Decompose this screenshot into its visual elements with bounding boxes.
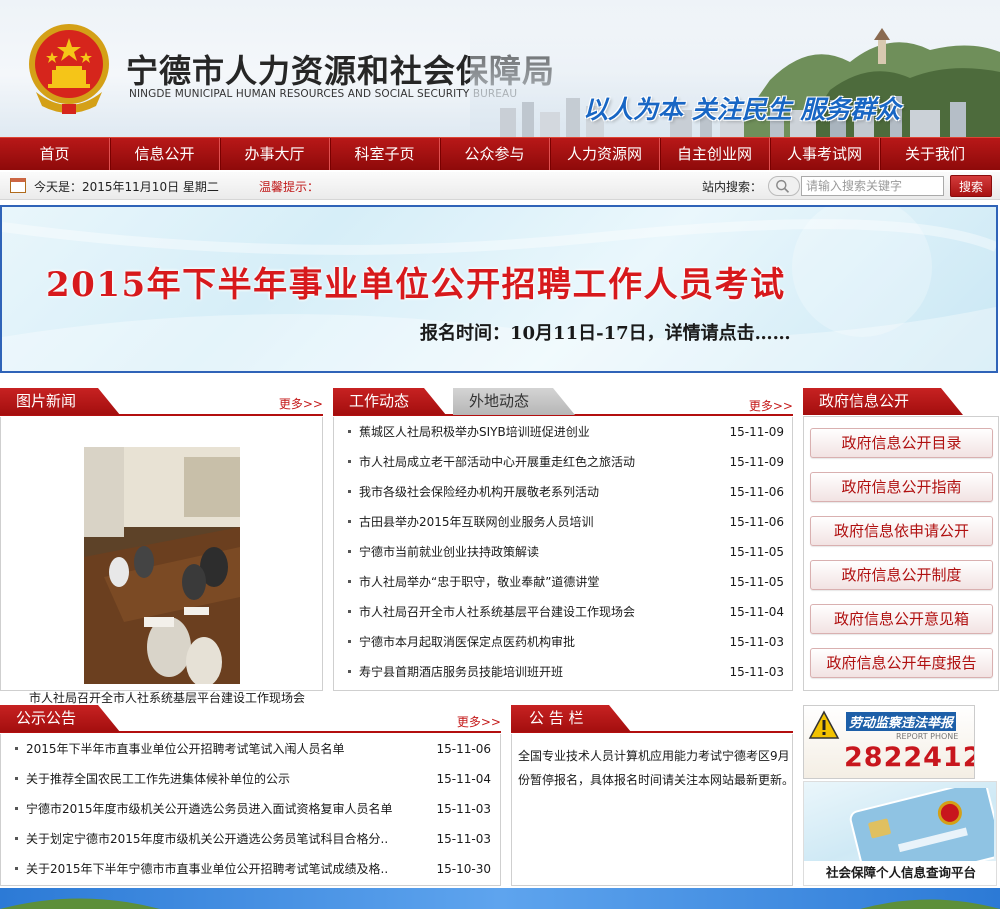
tip-label: 温馨提示：	[259, 180, 320, 194]
gov-info-panel: 政府信息公开目录 政府信息公开指南 政府信息依申请公开 政府信息公开制度 政府信…	[803, 416, 999, 691]
photo-news-header: 图片新闻 更多>>	[0, 388, 323, 416]
warning-icon	[808, 710, 840, 739]
report-en-label: REPORT PHONE	[896, 732, 959, 741]
tab-work-news[interactable]: 工作动态	[333, 388, 446, 415]
bullet-icon	[15, 777, 18, 780]
work-news-header: 工作动态 外地动态 更多>>	[333, 388, 793, 416]
list-item[interactable]: 蕉城区人社局积极举办SIYB培训班促进创业 15-11-09	[348, 417, 784, 447]
search-input[interactable]	[801, 176, 944, 196]
footer-strip	[0, 888, 1000, 909]
nav-item-personnel-exam[interactable]: 人事考试网	[770, 138, 880, 170]
list-item[interactable]: 我市各级社会保险经办机构开展敬老系列活动 15-11-06	[348, 477, 784, 507]
list-item[interactable]: 宁德市本月起取消医保定点医药机构审批 15-11-03	[348, 627, 784, 657]
gov-info-catalog-button[interactable]: 政府信息公开目录	[810, 428, 993, 458]
list-item[interactable]: 古田县举办2015年互联网创业服务人员培训 15-11-06	[348, 507, 784, 537]
list-item[interactable]: 2015年下半年市直事业单位公开招聘考试笔试入闱人员名单 15-11-06	[15, 734, 491, 764]
nav-item-home[interactable]: 首页	[0, 138, 110, 170]
info-bar: 今天是：2015年11月10日 星期二 温馨提示： 站内搜索： 搜索	[0, 172, 1000, 200]
photo-news-panel: 市人社局召开全市人社系统基层平台建设工作现场会	[0, 417, 323, 705]
exam-banner[interactable]: 2015年下半年事业单位公开招聘工作人员考试 报名时间：10月11日-17日，详…	[0, 205, 998, 373]
announcements-panel: 2015年下半年市直事业单位公开招聘考试笔试入闱人员名单 15-11-06 关于推…	[0, 734, 501, 886]
nav-item-info-disclosure[interactable]: 信息公开	[110, 138, 220, 170]
search-button[interactable]: 搜索	[950, 175, 992, 197]
tab-external-news[interactable]: 外地动态	[453, 388, 575, 415]
gov-info-rules-button[interactable]: 政府信息公开制度	[810, 560, 993, 590]
list-item[interactable]: 宁德市2015年度市级机关公开遴选公务员进入面试资格复审人员名单 15-11-03	[15, 794, 491, 824]
tab-notice-board[interactable]: 公 告 栏	[511, 705, 631, 732]
photo-caption[interactable]: 市人社局召开全市人社系统基层平台建设工作现场会	[1, 689, 333, 706]
photo-news-more-link[interactable]: 更多>>	[279, 395, 323, 412]
gov-info-header: 政府信息公开	[803, 388, 999, 416]
list-item[interactable]: 关于2015年下半年宁德市市直事业单位公开招聘考试笔试成绩及格.. 15-10-3…	[15, 854, 491, 884]
bullet-icon	[15, 807, 18, 810]
nav-item-entrepreneurship[interactable]: 自主创业网	[660, 138, 770, 170]
tab-announcements[interactable]: 公示公告	[0, 705, 120, 732]
bullet-icon	[348, 430, 351, 433]
nav-item-about-us[interactable]: 关于我们	[880, 138, 990, 170]
social-security-card-ad[interactable]: 社会保障个人信息查询平台	[803, 781, 997, 886]
search-label: 站内搜索：	[702, 180, 763, 194]
bullet-icon	[348, 490, 351, 493]
bullet-icon	[348, 550, 351, 553]
current-date: 今天是：2015年11月10日 星期二	[34, 180, 219, 194]
gov-info-request-button[interactable]: 政府信息依申请公开	[810, 516, 993, 546]
card-caption: 社会保障个人信息查询平台	[804, 861, 996, 885]
notice-board-panel: 全国专业技术人员计算机应用能力考试宁德考区9月份暂停报名，具体报名时间请关注本网…	[511, 734, 796, 886]
bullet-icon	[15, 837, 18, 840]
bullet-icon	[348, 520, 351, 523]
gov-info-feedback-button[interactable]: 政府信息公开意见箱	[810, 604, 993, 634]
bullet-icon	[15, 747, 18, 750]
work-news-panel: 蕉城区人社局积极举办SIYB培训班促进创业 15-11-09 市人社局成立老干部活…	[333, 417, 793, 691]
search-icon	[768, 176, 800, 196]
list-item[interactable]: 关于划定宁德市2015年度市级机关公开遴选公务员笔试科目合格分.. 15-11-0…	[15, 824, 491, 854]
list-item[interactable]: 市人社局召开全市人社系统基层平台建设工作现场会 15-11-04	[348, 597, 784, 627]
bullet-icon	[348, 640, 351, 643]
banner-title: 2015年下半年事业单位公开招聘工作人员考试	[46, 265, 786, 305]
announcements-header: 公示公告 更多>>	[0, 705, 501, 733]
nav-item-departments[interactable]: 科室子页	[330, 138, 440, 170]
bullet-icon	[348, 610, 351, 613]
nav-item-public-participation[interactable]: 公众参与	[440, 138, 550, 170]
list-item[interactable]: 宁德市当前就业创业扶持政策解读 15-11-05	[348, 537, 784, 567]
announcements-more-link[interactable]: 更多>>	[457, 713, 501, 730]
tab-photo-news[interactable]: 图片新闻	[0, 388, 120, 415]
list-item[interactable]: 寿宁县首期酒店服务员技能培训班开班 15-11-03	[348, 657, 784, 687]
report-title: 劳动监察违法举报	[846, 712, 957, 731]
work-news-more-link[interactable]: 更多>>	[749, 397, 793, 414]
report-phone-number: 2822412	[844, 742, 975, 773]
meeting-photo[interactable]	[84, 447, 240, 684]
gov-info-guide-button[interactable]: 政府信息公开指南	[810, 472, 993, 502]
site-subtitle: NINGDE MUNICIPAL HUMAN RESOURCES AND SOC…	[129, 88, 518, 100]
list-item[interactable]: 关于推荐全国农民工工作先进集体候补单位的公示 15-11-04	[15, 764, 491, 794]
bullet-icon	[348, 670, 351, 673]
tab-gov-info[interactable]: 政府信息公开	[803, 388, 963, 415]
social-security-card-image	[849, 788, 994, 864]
gov-info-annual-report-button[interactable]: 政府信息公开年度报告	[810, 648, 993, 678]
site-header: 宁德市人力资源和社会保障局 NINGDE MUNICIPAL HUMAN RES…	[0, 0, 1000, 137]
nav-item-hr-network[interactable]: 人力资源网	[550, 138, 660, 170]
bullet-icon	[348, 580, 351, 583]
nav-item-service-hall[interactable]: 办事大厅	[220, 138, 330, 170]
bullet-icon	[348, 460, 351, 463]
notice-text[interactable]: 全国专业技术人员计算机应用能力考试宁德考区9月份暂停报名，具体报名时间请关注本网…	[518, 744, 796, 792]
footer-decoration	[0, 898, 1000, 909]
slogan: 以人为本 关注民生 服务群众	[583, 95, 901, 124]
national-emblem-icon	[29, 24, 109, 114]
banner-subtitle: 报名时间：10月11日-17日，详情请点击……	[420, 323, 791, 344]
list-item[interactable]: 市人社局成立老干部活动中心开展重走红色之旅活动 15-11-09	[348, 447, 784, 477]
notice-board-header: 公 告 栏	[511, 705, 793, 733]
labor-report-ad[interactable]: 劳动监察违法举报 REPORT PHONE 2822412	[803, 705, 975, 779]
main-nav: 首页 信息公开 办事大厅 科室子页 公众参与 人力资源网 自主创业网 人事考试网…	[0, 137, 1000, 170]
list-item[interactable]: 市人社局举办“忠于职守，敬业奉献”道德讲堂 15-11-05	[348, 567, 784, 597]
calendar-icon	[10, 178, 26, 193]
bullet-icon	[15, 867, 18, 870]
